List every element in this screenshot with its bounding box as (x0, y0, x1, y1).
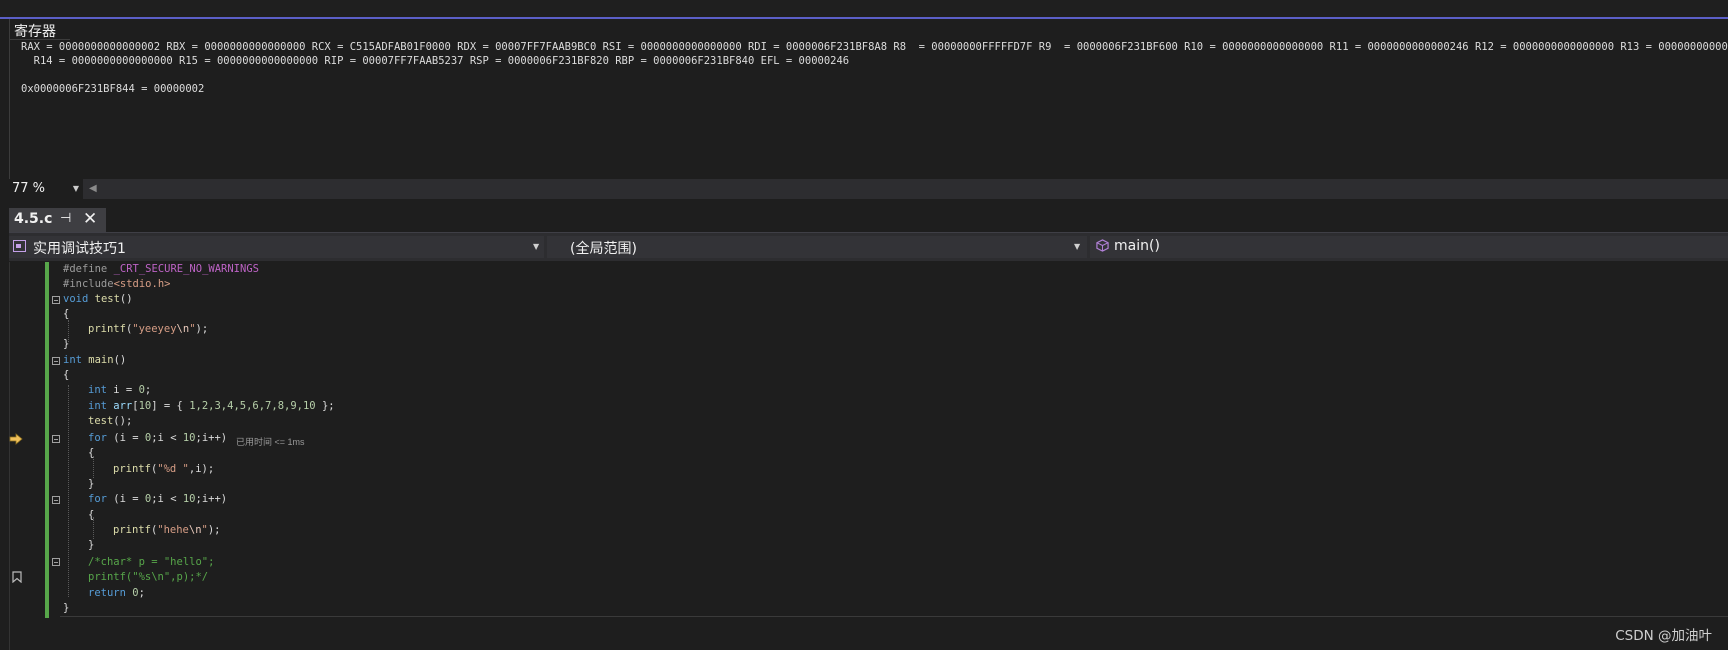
fold-toggle[interactable] (52, 558, 60, 566)
fold-toggle[interactable] (52, 296, 60, 304)
chevron-down-icon: ▼ (1074, 242, 1081, 251)
registers-panel-title[interactable]: 寄存器 (14, 21, 56, 41)
watermark: CSDN @加油叶 (1615, 628, 1712, 644)
code-line-12: for (i = 0;i < 10;i++) (88, 432, 228, 444)
zoom-dropdown[interactable]: 77 % ▼ (9, 179, 83, 199)
scroll-left-arrow-icon[interactable]: ◀ (89, 183, 97, 194)
fold-toggle[interactable] (52, 496, 60, 504)
code-line-3: void test() (63, 293, 133, 305)
indent-guide (68, 385, 69, 597)
editor-bottom-divider (60, 616, 1728, 617)
bookmark-icon[interactable] (12, 571, 22, 583)
zoom-value: 77 % (12, 181, 46, 196)
code-line-8: { (63, 369, 70, 381)
navigation-bar: 实用调试技巧1 ▼ (全局范围) ▼ main() (9, 233, 1728, 261)
cube-icon (1096, 239, 1109, 252)
project-dropdown[interactable]: 实用调试技巧1 ▼ (9, 236, 544, 258)
code-line-9: int i = 0; (88, 384, 152, 396)
document-tab-bar: 4.5.c ⊣ ✕ (9, 208, 1728, 233)
chevron-down-icon: ▼ (72, 184, 79, 193)
memory-watch-line[interactable]: 0x0000006F231BF844 = 00000002 (21, 83, 204, 95)
scope-dropdown[interactable]: (全局范围) ▼ (547, 236, 1087, 258)
instruction-pointer-icon (9, 433, 23, 445)
fold-toggle[interactable] (52, 435, 60, 443)
code-line-21: printf("%s\n",p);*/ (88, 571, 209, 583)
code-line-1: #define _CRT_SECURE_NO_WARNINGS (63, 263, 259, 275)
tab-filename: 4.5.c (14, 211, 53, 227)
fold-toggle[interactable] (52, 357, 60, 365)
tab-file[interactable]: 4.5.c ⊣ ✕ (9, 208, 106, 232)
code-line-7: int main() (63, 354, 127, 366)
register-line-1[interactable]: RAX = 0000000000000002 RBX = 00000000000… (21, 41, 1728, 53)
code-line-6: } (63, 338, 70, 350)
scope-name: (全局范围) (570, 241, 637, 257)
code-line-2: #include<stdio.h> (63, 278, 171, 290)
code-line-18: printf("hehe\n"); (113, 524, 221, 536)
code-line-10: int arr[10] = { 1,2,3,4,5,6,7,8,9,10 }; (88, 400, 335, 412)
chevron-down-icon: ▼ (533, 242, 540, 251)
code-line-14: printf("%d ",i); (113, 463, 215, 475)
project-icon (13, 240, 26, 252)
code-line-11: test(); (88, 415, 133, 427)
code-line-15: } (88, 478, 95, 490)
change-tracking-margin (45, 262, 49, 618)
registers-panel: 寄存器 RAX = 0000000000000002 RBX = 0000000… (9, 19, 1728, 179)
pin-icon[interactable]: ⊣ (60, 211, 71, 226)
code-line-17: { (88, 509, 95, 521)
title-divider (10, 39, 70, 40)
splitter[interactable] (0, 199, 1728, 207)
project-name: 实用调试技巧1 (33, 241, 126, 257)
code-line-19: } (88, 539, 95, 551)
function-dropdown[interactable]: main() (1090, 236, 1728, 258)
code-line-13: { (88, 447, 95, 459)
code-line-23: } (63, 602, 70, 614)
zoom-bar: 77 % ▼ ◀ (9, 179, 1728, 199)
function-name: main() (1114, 238, 1160, 254)
code-line-22: return 0; (88, 587, 145, 599)
window-top-bar (0, 0, 1728, 19)
code-line-16: for (i = 0;i < 10;i++) (88, 493, 228, 505)
perf-tip[interactable]: 已用时间 <= 1ms (236, 435, 305, 448)
gutter-border (9, 262, 10, 650)
register-line-2[interactable]: R14 = 0000000000000000 R15 = 00000000000… (21, 55, 849, 67)
code-line-20: /*char* p = "hello"; (88, 556, 215, 568)
code-line-5: printf("yeeyey\n"); (88, 323, 209, 335)
code-line-4: { (63, 308, 70, 320)
close-icon[interactable]: ✕ (83, 209, 97, 229)
